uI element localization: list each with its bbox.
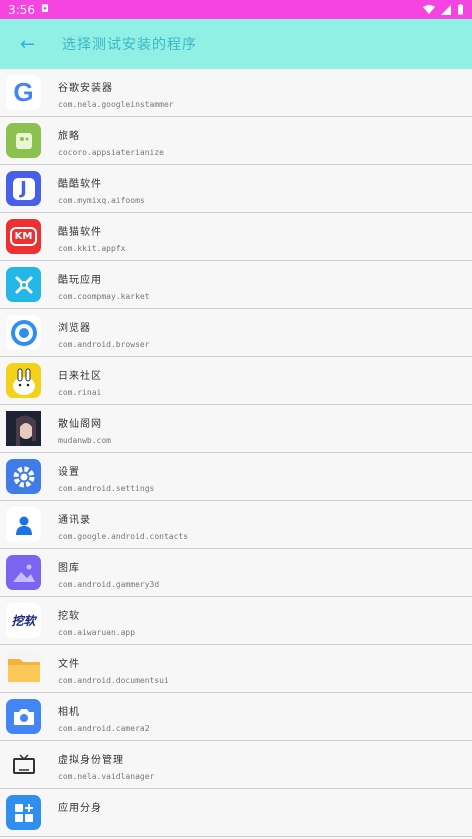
app-name: 酷酷软件 (58, 179, 102, 190)
status-time: 3:56 (8, 2, 35, 17)
list-item[interactable]: J 酷酷软件 com.mymixq.aifooms (0, 165, 472, 213)
app-name: 浏览器 (58, 323, 91, 334)
kumao-soft-icon: KM (6, 219, 41, 254)
list-item[interactable]: 散仙阁网 mudanwb.com (0, 405, 472, 453)
app-name: 通讯录 (58, 515, 91, 526)
back-arrow-icon[interactable]: ← (20, 34, 44, 55)
list-item[interactable]: 应用分身 (0, 789, 472, 837)
page-title: 选择测试安装的程序 (62, 37, 197, 53)
app-package: com.google.android.contacts (58, 532, 189, 541)
app-name: 相机 (58, 707, 80, 718)
palette-icon (6, 123, 41, 158)
list-item[interactable]: 文件 com.android.documentsui (0, 645, 472, 693)
app-package: mudanwb.com (58, 436, 111, 445)
list-item[interactable]: 旅略 cocoro.appsiaterianize (0, 117, 472, 165)
app-name: 设置 (58, 467, 80, 478)
app-name: 旅略 (58, 131, 80, 142)
app-bar: ← 选择测试安装的程序 (0, 19, 472, 69)
google-icon: G (6, 75, 41, 110)
app-package: com.android.documentsui (58, 676, 169, 685)
list-item[interactable]: 浏览器 com.android.browser (0, 309, 472, 357)
kumao-glyph: KM (9, 227, 38, 246)
app-name: 文件 (58, 659, 80, 670)
app-name: 应用分身 (58, 803, 102, 814)
app-name: 谷歌安装器 (58, 83, 113, 94)
app-package: com.nela.googleinstammer (58, 100, 174, 109)
list-item[interactable]: 虚拟身份管理 com.nela.vaidlanager (0, 741, 472, 789)
list-item[interactable]: 挖软 挖软 com.aiwaruan.app (0, 597, 472, 645)
app-package: com.android.settings (58, 484, 155, 493)
app-package: com.kkit.appfx (58, 244, 126, 253)
waruan-icon: 挖软 (6, 603, 41, 638)
app-list: G 谷歌安装器 com.nela.googleinstammer 旅略 coco… (0, 69, 472, 837)
google-glyph: G (13, 77, 34, 107)
app-package: com.nela.vaidlanager (58, 772, 155, 781)
list-item[interactable]: 日来社区 com.rinai (0, 357, 472, 405)
anime-girl-icon (6, 411, 41, 446)
shield-icon: ◘ (40, 4, 49, 15)
tv-icon (6, 747, 41, 782)
list-item[interactable]: 相机 com.android.camera2 (0, 693, 472, 741)
app-package: com.rinai (58, 388, 102, 397)
app-package: cocoro.appsiaterianize (58, 148, 164, 157)
folder-icon (6, 651, 41, 686)
waruan-glyph: 挖软 (11, 614, 36, 628)
kuku-glyph: J (12, 177, 35, 200)
camera-icon (6, 699, 41, 734)
app-name: 日来社区 (58, 371, 102, 382)
app-name: 酷玩应用 (58, 275, 102, 286)
gear-icon (6, 459, 41, 494)
list-item[interactable]: 图库 com.android.gammery3d (0, 549, 472, 597)
app-package: com.android.gammery3d (58, 580, 160, 589)
app-package: com.android.browser (58, 340, 150, 349)
list-item[interactable]: 设置 com.android.settings (0, 453, 472, 501)
list-item[interactable]: 通讯录 com.google.android.contacts (0, 501, 472, 549)
signal-icon (441, 4, 451, 15)
list-item[interactable]: G 谷歌安装器 com.nela.googleinstammer (0, 69, 472, 117)
bunny-icon (6, 363, 41, 398)
app-name: 酷猫软件 (58, 227, 102, 238)
app-clone-icon (6, 795, 41, 830)
status-icons (423, 4, 464, 15)
battery-icon (458, 4, 463, 15)
status-bar: 3:56 ◘ (0, 0, 472, 19)
list-item[interactable]: KM 酷猫软件 com.kkit.appfx (0, 213, 472, 261)
app-package: com.android.camera2 (58, 724, 150, 733)
wifi-icon (423, 4, 435, 14)
kuwan-icon (6, 267, 41, 302)
kuku-soft-icon: J (6, 171, 41, 206)
app-package: com.coompmay.karket (58, 292, 150, 301)
list-item[interactable]: 酷玩应用 com.coompmay.karket (0, 261, 472, 309)
gallery-icon (6, 555, 41, 590)
app-package: com.mymixq.aifooms (58, 196, 145, 205)
app-name: 散仙阁网 (58, 419, 102, 430)
contacts-icon (6, 507, 41, 542)
app-name: 图库 (58, 563, 80, 574)
app-name: 虚拟身份管理 (58, 755, 124, 766)
app-package: com.aiwaruan.app (58, 628, 136, 637)
browser-icon (6, 315, 41, 350)
app-name: 挖软 (58, 611, 80, 622)
